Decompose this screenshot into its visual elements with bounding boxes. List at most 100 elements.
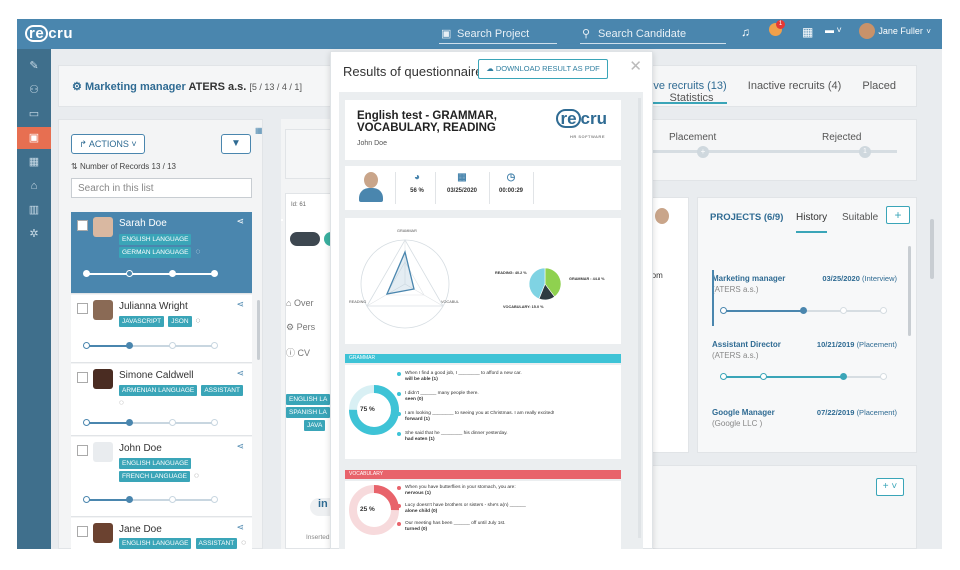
results-charts: GRAMMAR READING VOCABUL READING: 40.2 % … <box>349 229 605 329</box>
menu-cv[interactable]: ⓘ CV <box>286 346 310 359</box>
avatar <box>859 23 875 39</box>
date-stat: ▦ 03/25/2020 <box>439 172 485 194</box>
scrollbar[interactable] <box>908 246 911 336</box>
modal-scrollbar[interactable] <box>638 98 641 538</box>
placement-add-button[interactable]: + <box>697 146 709 158</box>
money-icon[interactable]: ▭ <box>17 103 51 125</box>
question-text: I am looking ________ to seeing you at C… <box>405 411 555 416</box>
projects-icon[interactable]: ▣ <box>17 127 51 149</box>
candidate-checkbox[interactable] <box>77 372 88 383</box>
filter-button[interactable]: ▼ <box>221 134 251 154</box>
vocabulary-percent: 25 % <box>360 506 375 513</box>
comment-icon[interactable]: ◌ <box>194 471 199 480</box>
users-icon[interactable]: ⚇ <box>17 79 51 101</box>
pipeline-panel: Placement Rejected + 1 <box>626 119 917 181</box>
time-stat: ◷ 00:00:29 <box>493 172 529 194</box>
tab-suitable[interactable]: Suitable <box>842 212 878 223</box>
candidate-item-john-doe[interactable]: John Doe ⋖ ENGLISH LANGUAGE FRENCH LANGU… <box>71 437 252 517</box>
candidate-checkbox[interactable] <box>77 303 88 314</box>
rejected-count[interactable]: 1 <box>859 146 871 158</box>
avatar <box>93 523 113 543</box>
candidate-list-panel: ↱ ACTIONS ˅ ▼ ▦ ⇅ Number of Records 13 /… <box>58 119 263 549</box>
question-item: I am looking ________ to seeing you at C… <box>397 411 613 423</box>
project-item[interactable]: Google Manager (Google LLC ) 07/22/2019 … <box>712 408 897 428</box>
language-flag-icon[interactable]: ▬ ˅ <box>825 25 842 35</box>
menu-cv-label: CV <box>297 348 311 358</box>
search-candidate-field[interactable]: ⚲ Search Candidate <box>580 24 726 44</box>
modal-title: Results of questionnaire <box>343 64 483 79</box>
project-title[interactable]: Marketing manager <box>85 81 186 93</box>
skill-tag: ENGLISH LANGUAGE <box>119 538 192 549</box>
skill-tag: GERMAN LANGUAGE <box>119 247 192 258</box>
tab-history[interactable]: History <box>796 212 828 233</box>
answer-text: alone child (0) <box>405 509 438 514</box>
page-scrollbar[interactable] <box>930 219 934 279</box>
app-window: re cru ▣ Search Project ⚲ Search Candidat… <box>17 19 942 549</box>
progress-fill <box>85 499 130 501</box>
spacer <box>281 219 283 221</box>
gear-icon[interactable]: ✲ <box>17 223 51 245</box>
radar-label: READING <box>349 300 366 304</box>
candidate-checkbox[interactable] <box>77 220 88 231</box>
notification-button[interactable]: 1 <box>769 20 785 39</box>
candidate-item-simone-caldwell[interactable]: Simone Caldwell ⋖ ARMENIAN LANGUAGE ASSI… <box>71 364 252 436</box>
calendar-icon[interactable]: ▦ <box>17 151 51 173</box>
answer-text: will be able (1) <box>405 377 438 382</box>
search-project-field[interactable]: ▣ Search Project <box>439 24 557 44</box>
pie-label-reading: READING: 40.2 % <box>495 271 527 275</box>
comment-icon[interactable]: ◌ <box>119 398 124 407</box>
actions-button[interactable]: ↱ ACTIONS ˅ <box>71 134 145 154</box>
comment-icon[interactable]: ◌ <box>196 247 201 256</box>
comment-icon[interactable]: ◌ <box>196 316 201 325</box>
call-button[interactable] <box>290 232 320 246</box>
pencil-icon[interactable]: ✎ <box>17 55 51 77</box>
share-icon[interactable]: ⋖ <box>236 522 244 533</box>
stage-dot <box>880 307 887 314</box>
search-candidate-placeholder: Search Candidate <box>598 28 687 40</box>
skill-tag: SPANISH LA <box>286 407 330 418</box>
stage-dot <box>83 270 90 277</box>
bell-icon[interactable]: ♫ <box>741 25 750 39</box>
tab-inactive-recruits[interactable]: Inactive recruits (4) <box>748 80 842 92</box>
app-logo[interactable]: re cru <box>25 25 73 42</box>
project-date: 07/22/2019 (Placement) <box>817 408 897 417</box>
project-item[interactable]: Marketing manager (ATERS a.s.) 03/25/202… <box>712 274 897 314</box>
candidate-item-julianna-wright[interactable]: Julianna Wright ⋖ JAVASCRIPT JSON ◌ <box>71 295 252 363</box>
comment-icon[interactable]: ◌ <box>241 538 246 547</box>
add-project-button[interactable]: + <box>886 206 910 224</box>
candidate-checkbox[interactable] <box>77 445 88 456</box>
close-icon[interactable]: ✕ <box>629 57 642 75</box>
stage-dot <box>840 307 847 314</box>
skill-tags: ENGLISH LA SPANISH LA JAVA <box>286 392 336 431</box>
user-search-icon: ⚲ <box>582 28 591 40</box>
calendar-icon: ▦ <box>457 172 467 183</box>
inserted-label: Inserted <box>306 534 330 541</box>
menu-personal[interactable]: ⚙ Pers <box>286 322 315 333</box>
reports-icon[interactable]: ▥ <box>17 199 51 221</box>
project-status: (Placement) <box>856 340 897 349</box>
list-search-input[interactable]: Search in this list <box>71 178 252 198</box>
scrollbar[interactable] <box>257 300 260 360</box>
share-icon[interactable]: ⋖ <box>236 299 244 310</box>
candidate-checkbox[interactable] <box>77 526 88 537</box>
project-item[interactable]: Assistant Director (ATERS a.s.) 10/21/20… <box>712 340 897 380</box>
share-icon[interactable]: ⋖ <box>236 441 244 452</box>
candidate-item-sarah-doe[interactable]: Sarah Doe ⋖ ENGLISH LANGUAGE GERMAN LANG… <box>71 212 252 294</box>
home-icon[interactable]: ⌂ <box>17 175 51 197</box>
add-dropdown-button[interactable]: + ˅ <box>876 478 904 496</box>
share-icon[interactable]: ⋖ <box>236 368 244 379</box>
detail-card: Id: 61 ⌂ Over ⚙ Pers ⓘ CV ENGLISH LA SPA… <box>285 193 340 549</box>
candidate-item-jane-doe[interactable]: Jane Doe ⋖ ENGLISH LANGUAGE ASSISTANT ◌ <box>71 518 252 549</box>
user-menu[interactable]: Jane Fuller ˅ <box>859 23 931 39</box>
share-icon[interactable]: ⋖ <box>236 216 244 227</box>
pie-label-grammar: GRAMMAR : 44.8 % <box>569 277 605 281</box>
download-pdf-button[interactable]: ☁ DOWNLOAD RESULT AS PDF <box>478 59 608 79</box>
calendar-icon[interactable]: ▦ <box>802 25 813 39</box>
menu-overview[interactable]: ⌂ Over <box>286 298 313 308</box>
top-bar: re cru ▣ Search Project ⚲ Search Candidat… <box>17 19 942 49</box>
settings-icon[interactable]: ⚙ <box>72 81 82 93</box>
grid-view-icon[interactable]: ▦ <box>255 126 263 135</box>
menu-overview-label: Over <box>293 298 314 308</box>
question-text: Lucy doesn't have brothers or sisters - … <box>405 503 526 508</box>
tab-statistics[interactable]: Statistics <box>670 92 714 104</box>
